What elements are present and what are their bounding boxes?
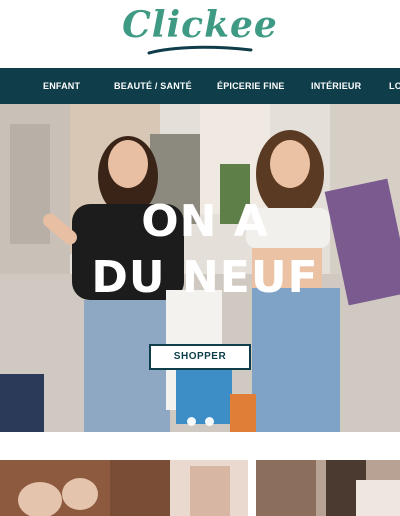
category-tile-2[interactable] — [256, 460, 400, 516]
shopper-button[interactable]: SHOPPER — [149, 344, 251, 370]
logo-swoosh-icon — [147, 45, 253, 55]
slide-dot-1[interactable] — [187, 417, 196, 426]
category-tile-1-photo — [0, 460, 248, 516]
hero-title-line1: ON A — [141, 196, 269, 247]
category-tile-1[interactable] — [0, 460, 248, 516]
hero-title-line2: DU NEUF — [91, 252, 319, 303]
nav-item-epicerie-fine[interactable]: ÉPICERIE FINE — [217, 68, 285, 104]
nav-item-interieur[interactable]: INTÉRIEUR — [311, 68, 361, 104]
header: Clickee — [0, 0, 400, 68]
logo[interactable]: Clickee — [0, 4, 400, 55]
category-tile-2-photo — [256, 460, 400, 516]
nav-item-lo[interactable]: LO — [389, 68, 400, 104]
slide-dot-2[interactable] — [205, 417, 214, 426]
nav-item-beaute-sante[interactable]: BEAUTÉ / SANTÉ — [114, 68, 192, 104]
main-nav: ENFANT BEAUTÉ / SANTÉ ÉPICERIE FINE INTÉ… — [0, 68, 400, 104]
logo-text: Clickee — [122, 4, 278, 46]
hero-banner: ON A DU NEUF SHOPPER — [0, 104, 400, 432]
nav-item-enfant[interactable]: ENFANT — [43, 68, 80, 104]
page: Clickee ENFANT BEAUTÉ / SANTÉ ÉPICERIE F… — [0, 0, 400, 516]
